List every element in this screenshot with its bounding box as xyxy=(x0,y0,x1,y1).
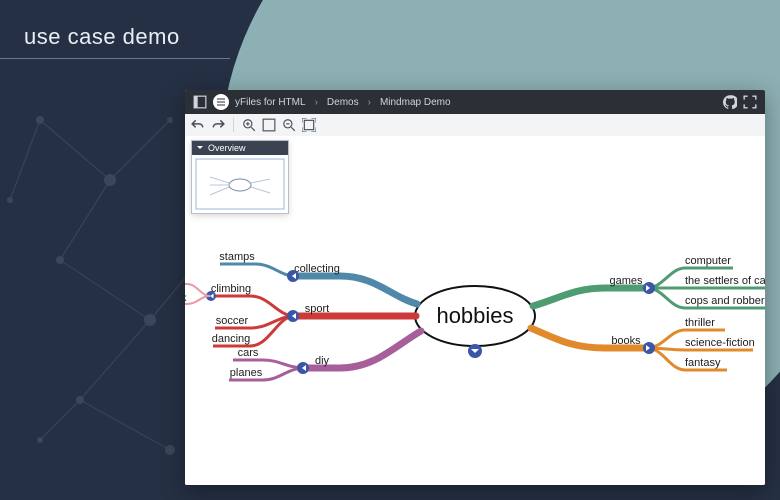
undo-button[interactable] xyxy=(191,118,205,132)
collapse-icon[interactable] xyxy=(643,282,655,294)
fit-button[interactable] xyxy=(302,118,316,132)
leaf-label[interactable]: the settlers of catan xyxy=(685,275,765,287)
collapse-icon[interactable] xyxy=(287,270,299,282)
leaf-label[interactable]: stamps xyxy=(219,251,255,263)
yworks-logo-icon xyxy=(213,94,229,110)
overview-viewport[interactable] xyxy=(192,155,288,213)
overview-header[interactable]: Overview xyxy=(192,141,288,155)
leaf-label[interactable]: soccer xyxy=(216,315,249,327)
sidebar-toggle-icon[interactable] xyxy=(193,95,207,109)
branch-label[interactable]: games xyxy=(609,275,643,287)
overview-title: Overview xyxy=(208,143,246,153)
github-icon[interactable] xyxy=(723,95,737,109)
fullscreen-icon[interactable] xyxy=(743,95,757,109)
breadcrumb-separator: › xyxy=(365,97,374,108)
page-title: use case demo xyxy=(24,24,180,50)
leaf-label[interactable]: fantasy xyxy=(685,357,721,369)
collapse-icon[interactable] xyxy=(297,362,309,374)
zoom-reset-button[interactable] xyxy=(262,118,276,132)
leaf-label[interactable]: cops and robbers xyxy=(685,295,765,307)
toolbar xyxy=(185,114,765,137)
leaf-label[interactable]: climbing xyxy=(211,283,251,295)
leaf-label[interactable]: planes xyxy=(230,367,263,379)
zoom-in-button[interactable] xyxy=(242,118,256,132)
branch-label[interactable]: collecting xyxy=(294,263,340,275)
collapse-icon[interactable] xyxy=(287,310,299,322)
branch-label[interactable]: sport xyxy=(305,303,329,315)
breadcrumb-product[interactable]: yFiles for HTML xyxy=(235,97,306,108)
app-window: yFiles for HTML › Demos › Mindmap Demo h… xyxy=(185,90,765,485)
breadcrumb-demo[interactable]: Mindmap Demo xyxy=(380,97,451,108)
leaf-label[interactable]: thriller xyxy=(685,317,715,329)
zoom-out-button[interactable] xyxy=(282,118,296,132)
leaf-label[interactable]: cars xyxy=(238,347,259,359)
overview-panel[interactable]: Overview xyxy=(191,140,289,214)
redo-button[interactable] xyxy=(211,118,225,132)
branch-label[interactable]: books xyxy=(611,335,641,347)
leaf-label[interactable]: science-fiction xyxy=(685,337,755,349)
center-node-label: hobbies xyxy=(436,303,513,328)
expand-icon[interactable] xyxy=(468,344,482,358)
title-underline xyxy=(0,58,230,59)
toolbar-separator xyxy=(233,118,234,132)
chevron-down-icon[interactable] xyxy=(196,144,204,152)
branch-label[interactable]: diy xyxy=(315,355,330,367)
breadcrumb-section[interactable]: Demos xyxy=(327,97,359,108)
collapse-icon[interactable] xyxy=(643,342,655,354)
titlebar: yFiles for HTML › Demos › Mindmap Demo xyxy=(185,90,765,114)
leaf-label[interactable]: computer xyxy=(685,255,731,267)
leaf-label[interactable]: rock xyxy=(185,293,187,304)
breadcrumb-separator: › xyxy=(312,97,321,108)
leaf-label[interactable]: dancing xyxy=(212,333,251,345)
